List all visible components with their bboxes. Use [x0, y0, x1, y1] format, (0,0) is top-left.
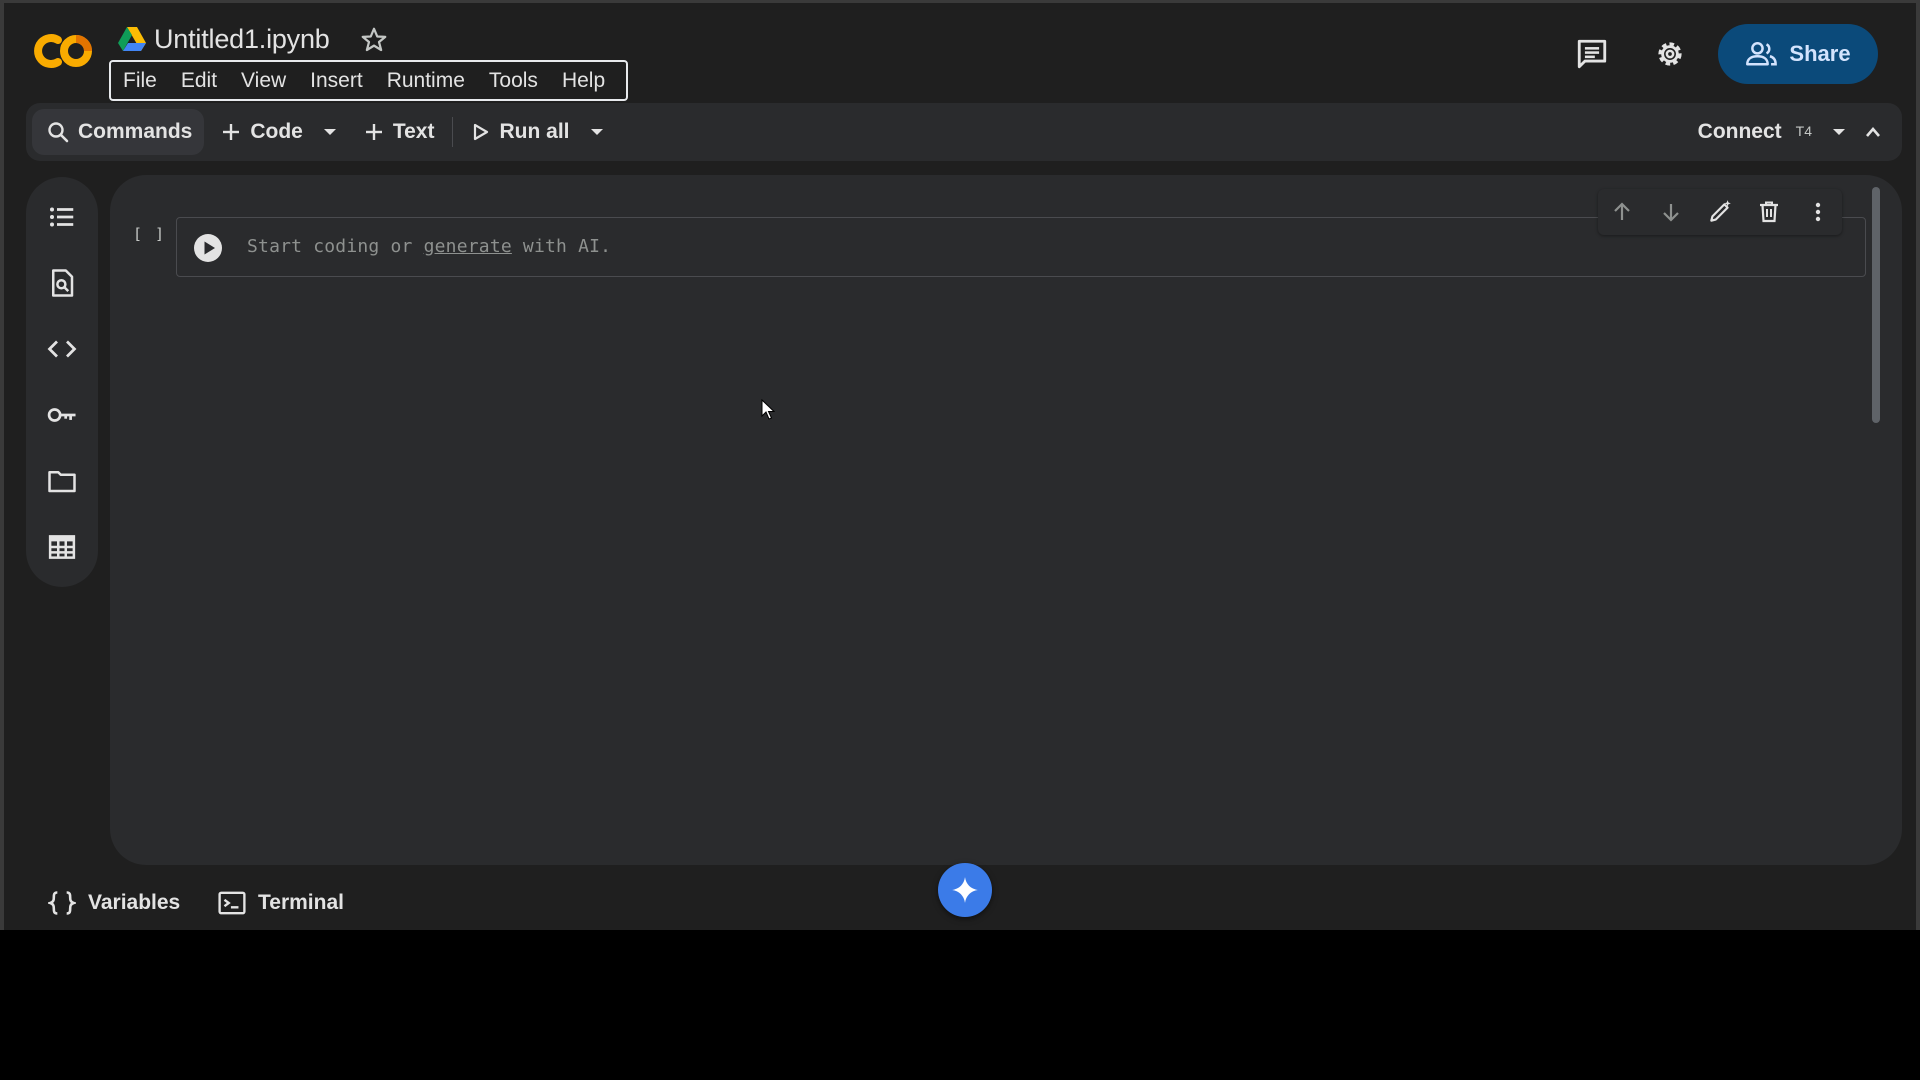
add-text-button[interactable]: Text	[353, 109, 445, 155]
colab-logo[interactable]	[32, 31, 96, 71]
cell-toolbar	[1598, 189, 1842, 235]
mouse-cursor-icon	[761, 399, 775, 420]
terminal-label: Terminal	[258, 891, 344, 914]
terminal-button[interactable]: Terminal	[218, 885, 344, 921]
variables-label: Variables	[88, 891, 181, 914]
placeholder-prefix: Start coding or	[247, 236, 424, 257]
text-label: Text	[392, 120, 435, 143]
menu-insert[interactable]: Insert	[298, 62, 375, 99]
star-icon[interactable]	[359, 25, 389, 55]
google-drive-icon[interactable]	[118, 27, 146, 51]
side-rail	[26, 177, 98, 587]
move-cell-down-button[interactable]	[1655, 196, 1687, 228]
comment-icon	[1577, 39, 1607, 69]
menu-help[interactable]: Help	[550, 62, 617, 99]
search-icon	[48, 122, 69, 143]
code-brackets-icon	[47, 340, 77, 358]
move-cell-up-button[interactable]	[1606, 196, 1638, 228]
menu-edit[interactable]: Edit	[169, 62, 229, 99]
menu-bar: File Edit View Insert Runtime Tools Help	[109, 60, 628, 101]
table-icon	[48, 535, 76, 559]
edit-cell-button[interactable]	[1704, 196, 1736, 228]
connect-group: Connect T4	[1698, 109, 1890, 155]
terminal-icon	[218, 891, 246, 915]
run-all-button[interactable]: Run all	[461, 109, 579, 155]
find-replace-button[interactable]	[46, 267, 78, 299]
commands-label: Commands	[78, 120, 193, 143]
gear-icon	[1658, 42, 1682, 66]
list-icon	[50, 207, 74, 227]
cell-placeholder[interactable]: Start coding or generate with AI.	[247, 236, 611, 257]
more-vert-icon	[1815, 202, 1820, 222]
sparkle-icon	[952, 877, 978, 903]
code-snippets-button[interactable]	[46, 333, 78, 365]
find-in-page-icon	[52, 269, 74, 297]
menu-runtime[interactable]: Runtime	[375, 62, 477, 99]
caret-down-icon	[590, 129, 603, 135]
menu-view[interactable]: View	[229, 62, 298, 99]
chevron-up-icon	[1866, 127, 1880, 137]
plus-icon	[365, 124, 382, 140]
connect-button[interactable]: Connect	[1698, 120, 1782, 144]
run-all-label: Run all	[499, 120, 570, 143]
notebook-title[interactable]: Untitled1.ipynb	[154, 22, 330, 56]
comments-button[interactable]	[1572, 34, 1612, 74]
code-label: Code	[250, 120, 303, 143]
run-cell-icon[interactable]	[193, 233, 223, 263]
code-dropdown[interactable]	[313, 109, 347, 155]
menu-file[interactable]: File	[119, 62, 169, 99]
gemini-button[interactable]	[938, 863, 992, 917]
more-options-button[interactable]	[1802, 196, 1834, 228]
notebook-panel: [ ] Start coding or generate with AI.	[110, 175, 1902, 865]
files-button[interactable]	[46, 465, 78, 497]
pencil-sparkle-icon	[1710, 200, 1731, 222]
share-button[interactable]: Share	[1718, 24, 1878, 84]
generate-link[interactable]: generate	[424, 236, 512, 257]
delete-cell-button[interactable]	[1753, 196, 1785, 228]
folder-icon	[48, 471, 76, 493]
settings-button[interactable]	[1650, 34, 1690, 74]
variables-button[interactable]: Variables	[48, 885, 180, 921]
caret-down-icon	[323, 129, 336, 135]
key-icon	[47, 408, 76, 422]
curly-braces-icon	[48, 891, 76, 915]
play-icon	[474, 123, 489, 141]
commands-button[interactable]: Commands	[32, 109, 205, 155]
add-code-button[interactable]: Code	[210, 109, 313, 155]
placeholder-suffix: with AI.	[511, 236, 612, 257]
panel-scrollbar[interactable]	[1872, 187, 1880, 423]
trash-icon	[1759, 201, 1778, 223]
run-all-dropdown[interactable]	[580, 109, 614, 155]
caret-down-icon	[1833, 129, 1845, 135]
secrets-button[interactable]	[46, 399, 78, 431]
connect-dropdown[interactable]	[1822, 109, 1856, 155]
arrow-down-icon	[1663, 204, 1679, 222]
notebook-toolbar: Commands Code Text Run all Connect T4	[26, 103, 1902, 161]
toolbar-divider	[452, 117, 454, 147]
menu-tools[interactable]: Tools	[477, 62, 550, 99]
share-label: Share	[1789, 41, 1851, 66]
plus-icon	[223, 124, 240, 140]
runtime-type-label: T4	[1795, 123, 1812, 139]
collapse-toolbar-button[interactable]	[1856, 109, 1890, 155]
colab-window: Untitled1.ipynb File Edit View Insert Ru…	[0, 0, 1920, 930]
data-table-button[interactable]	[46, 531, 78, 563]
people-icon	[1746, 41, 1778, 66]
table-of-contents-button[interactable]	[46, 201, 78, 233]
cell-execution-count: [ ]	[133, 225, 167, 243]
arrow-up-icon	[1614, 202, 1631, 220]
